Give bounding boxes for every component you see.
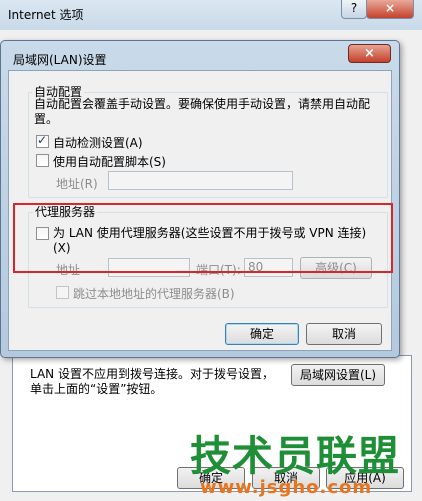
dialog-cancel-button[interactable]: 取消 xyxy=(306,323,382,345)
window-title: Internet 选项 xyxy=(8,8,84,22)
highlight-box xyxy=(13,203,393,273)
bypass-local-checkbox-row[interactable]: 跳过本地地址的代理服务器(B) xyxy=(56,285,235,302)
dialog-ok-button[interactable]: 确定 xyxy=(225,323,299,345)
help-button[interactable]: ? xyxy=(341,0,367,19)
auto-detect-checkbox[interactable] xyxy=(36,133,49,148)
lan-note-text: LAN 设置不应用到拨号连接。对于拨号设置，单击上面的“设置”按钮。 xyxy=(30,367,274,396)
use-script-checkbox[interactable] xyxy=(36,154,49,167)
dialog-title: 局域网(LAN)设置 xyxy=(13,53,107,67)
script-address-label: 地址(R) xyxy=(56,177,98,191)
lan-settings-button[interactable]: 局域网设置(L) xyxy=(291,364,385,386)
script-address-input[interactable] xyxy=(108,171,293,190)
dialog-close-button[interactable]: × xyxy=(348,44,391,63)
watermark-brand: 技术员联盟 xyxy=(190,432,400,480)
window-close-button[interactable]: × xyxy=(366,0,414,19)
use-script-checkbox-row[interactable]: 使用自动配置脚本(S) xyxy=(36,153,166,170)
bypass-local-label: 跳过本地地址的代理服务器(B) xyxy=(73,287,235,301)
auto-detect-label: 自动检测设置(A) xyxy=(53,136,143,150)
bypass-local-checkbox[interactable] xyxy=(56,286,69,299)
auto-config-description: 自动配置会覆盖手动设置。要确保使用手动设置，请禁用自动配置。 xyxy=(34,97,371,126)
auto-detect-checkbox-row[interactable]: 自动检测设置(A) xyxy=(36,133,143,151)
watermark-url: www.jsgho.com xyxy=(200,477,373,498)
use-script-label: 使用自动配置脚本(S) xyxy=(53,155,166,169)
